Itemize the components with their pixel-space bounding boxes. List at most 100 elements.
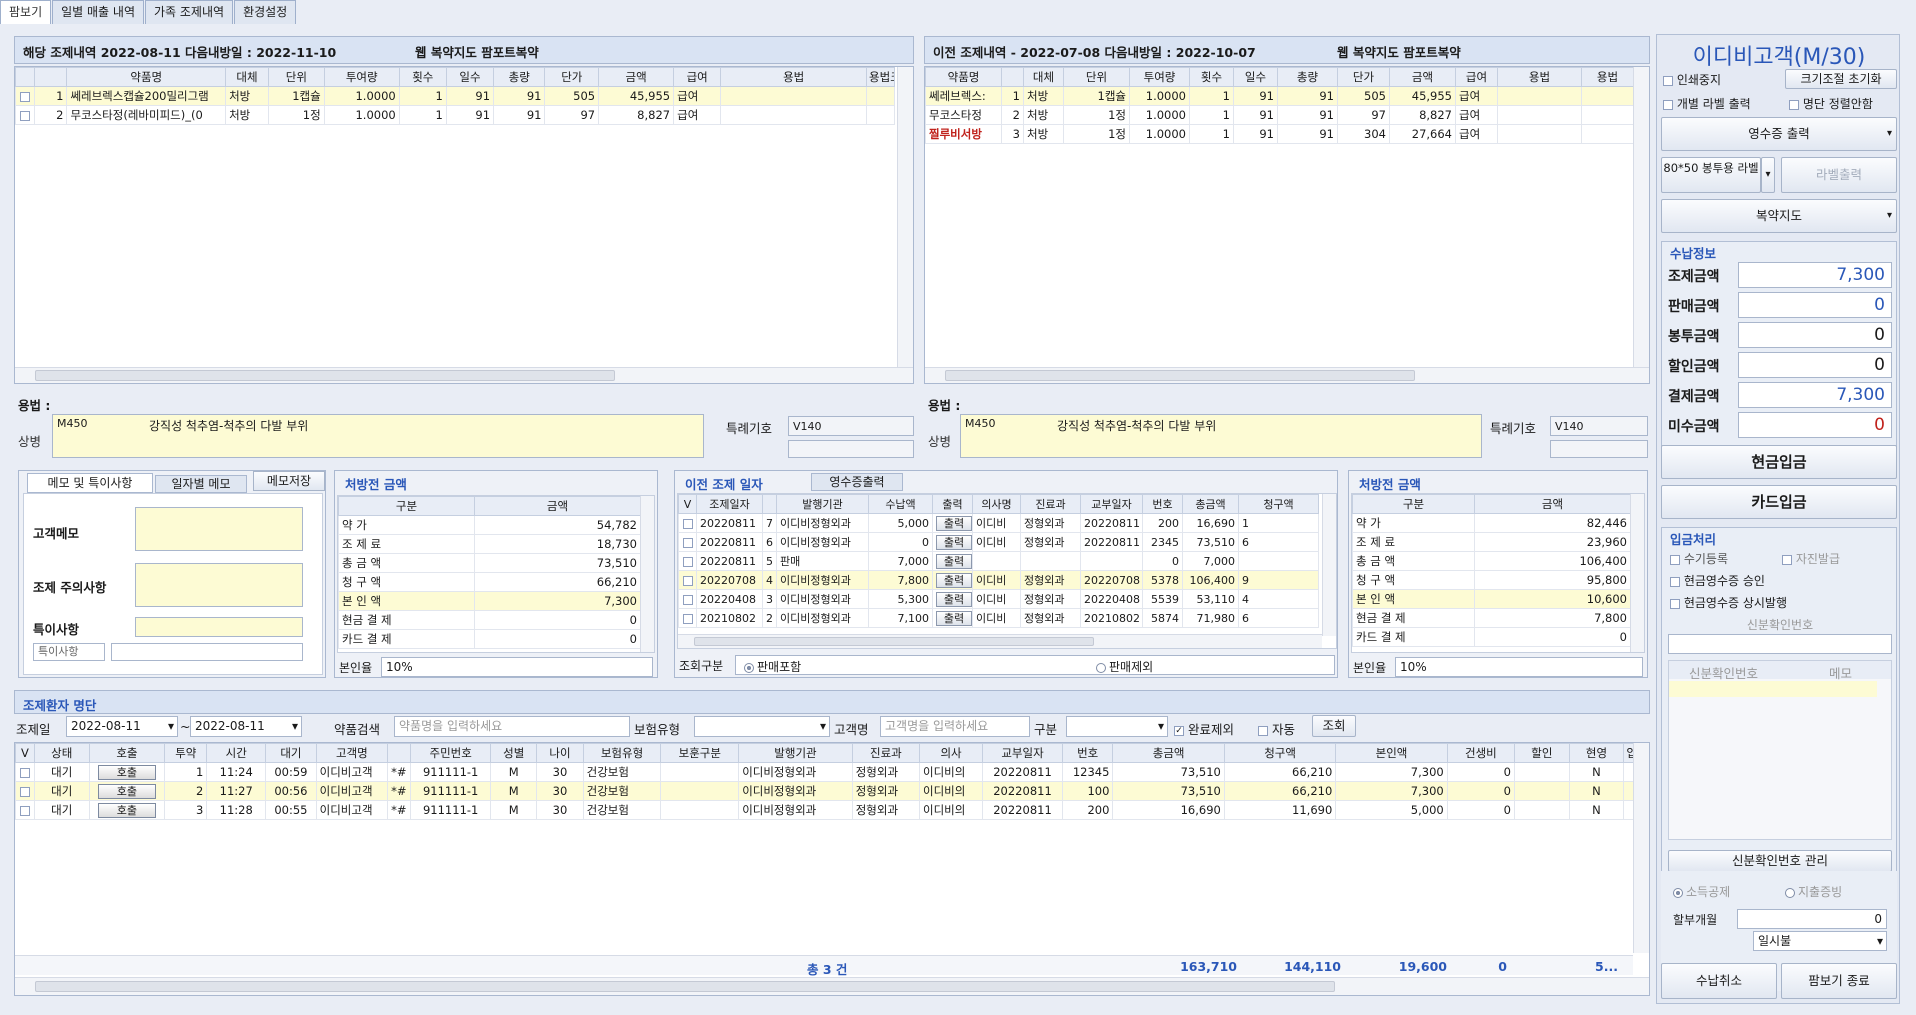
row-checkbox[interactable]	[20, 91, 31, 102]
table-row[interactable]: 무코스타정 2 처방 1정 1.0000 1 91 91 97 8,827 급여	[925, 105, 1634, 125]
tab-pharm-view[interactable]: 팜보기	[0, 0, 52, 24]
id-confirm-input[interactable]	[1668, 634, 1892, 654]
special-note-field[interactable]	[135, 617, 303, 637]
close-pharm-view-button[interactable]: 팜보기 종료	[1781, 963, 1897, 999]
current-web-guide[interactable]: 웹 복약지도 팜포트복약	[415, 42, 539, 61]
col-days[interactable]: 일수	[445, 67, 495, 87]
self-issue-checkbox[interactable]: 자진발급	[1782, 550, 1840, 567]
insurance-select[interactable]: ▾	[694, 716, 830, 737]
col-unit[interactable]: 단위	[267, 67, 325, 87]
drug-search-input[interactable]: 약품명을 입력하세요	[394, 716, 630, 737]
memo-tab-memo[interactable]: 메모 및 특이사항	[27, 473, 153, 493]
guide-button[interactable]: 복약지도 ▾	[1661, 199, 1897, 233]
table-row[interactable]: 20220811 7 이디비정형외과 5,000 출력 이디비 정형외과 20220811 20…	[678, 513, 1319, 533]
customer-memo-field[interactable]	[135, 507, 303, 551]
rate-value-left[interactable]: 10%	[381, 657, 653, 677]
rate-value-right[interactable]: 10%	[1395, 657, 1643, 677]
table-row[interactable]: 20220408 3 이디비정형외과 5,300 출력 이디비 정형외과 20220408 55…	[678, 589, 1319, 609]
table-row[interactable]: 대기 호출 2 11:27 00:56 이디비고객 *# 911111-1 M 30 건강보험 이디비…	[15, 781, 1635, 801]
memo-tab-date[interactable]: 일자별 메모	[155, 475, 247, 493]
special-note-search-button[interactable]: 특이사항	[33, 643, 105, 661]
previous-hscroll[interactable]	[925, 367, 1649, 383]
print-button[interactable]: 출력	[936, 591, 972, 607]
call-button[interactable]: 호출	[97, 802, 156, 818]
table-row[interactable]: 20220811 5 판매 7,000 출력 0 7,000	[678, 551, 1319, 571]
exclude-done-checkbox[interactable]: ✓ 완료제외	[1174, 719, 1234, 738]
print-button[interactable]: 출력	[936, 534, 972, 550]
col-sub[interactable]: 대체	[225, 67, 269, 87]
discount-amount[interactable]: 0	[1738, 352, 1892, 378]
manual-checkbox[interactable]: 수기등록	[1670, 550, 1728, 567]
auto-checkbox[interactable]: 자동	[1258, 719, 1295, 738]
call-button[interactable]: 호출	[97, 764, 156, 780]
table-row[interactable]: 쎄레브렉스: 1 처방 1캡슐 1.0000 1 91 91 505 45,95…	[925, 86, 1634, 106]
tab-family-history[interactable]: 가족 조제내역	[145, 0, 234, 24]
dispense-amount[interactable]: 7,300	[1738, 262, 1892, 288]
table-row[interactable]: 대기 호출 1 11:24 00:59 이디비고객 *# 911111-1 M 30 건강보험 이디비…	[15, 762, 1635, 782]
col-usage[interactable]: 용법	[720, 67, 868, 87]
previous-vscroll[interactable]	[1633, 67, 1649, 367]
customer-search-input[interactable]: 고객명을 입력하세요	[880, 716, 1030, 737]
col-drug-name[interactable]: 약품명	[66, 67, 227, 87]
row-checkbox[interactable]	[20, 110, 31, 121]
cancel-payment-button[interactable]: 수납취소	[1661, 963, 1777, 999]
payment-amount[interactable]: 7,300	[1738, 382, 1892, 408]
special-code-left[interactable]: V140	[788, 416, 914, 436]
print-button[interactable]: 출력	[936, 515, 972, 531]
type-select[interactable]: ▾	[1066, 716, 1168, 737]
print-button[interactable]: 출력	[936, 572, 972, 588]
current-vscroll[interactable]	[897, 67, 913, 367]
memo-save-button[interactable]: 메모저장	[253, 471, 325, 491]
search-button[interactable]: 조회	[1312, 715, 1356, 737]
previous-web-guide[interactable]: 웹 복약지도 팜포트복약	[1337, 42, 1461, 61]
tab-settings[interactable]: 환경설정	[234, 0, 297, 24]
unpaid-amount[interactable]: 0	[1738, 412, 1892, 438]
history-tab-dates[interactable]: 이전 조제 일자	[685, 474, 763, 493]
bag-amount[interactable]: 0	[1738, 322, 1892, 348]
income-deduction-radio[interactable]: 소득공제	[1673, 883, 1730, 900]
special-code-right[interactable]: V140	[1550, 416, 1648, 436]
table-row[interactable]: 20210802 2 이디비정형외과 7,100 출력 이디비 정형외과 20210802 58…	[678, 608, 1319, 628]
lump-sum-select[interactable]: 일시불 ▾	[1753, 931, 1887, 951]
cash-receipt-always-checkbox[interactable]: 현금영수증 상시발행	[1670, 594, 1787, 611]
col-times[interactable]: 횟수	[398, 67, 447, 87]
card-deposit-button[interactable]: 카드입금	[1661, 485, 1897, 519]
filter-include-sales[interactable]: 판매포함	[744, 658, 801, 675]
caution-field[interactable]	[135, 563, 303, 607]
filter-exclude-sales[interactable]: 판매제외	[1096, 658, 1153, 675]
label-out-button[interactable]: 라벨출력	[1781, 157, 1897, 193]
current-hscroll[interactable]	[15, 367, 913, 383]
print-button[interactable]: 출력	[936, 553, 972, 569]
cash-receipt-approve-checkbox[interactable]: 현금영수증 승인	[1670, 572, 1765, 589]
col-pay[interactable]: 급여	[673, 67, 722, 87]
table-row[interactable]: 찔루비서방 3 처방 1정 1.0000 1 91 91 304 27,664 …	[925, 124, 1634, 144]
table-row[interactable]: 대기 호출 3 11:28 00:55 이디비고객 *# 911111-1 M 30 건강보험 이디비…	[15, 800, 1635, 820]
cash-deposit-button[interactable]: 현금입금	[1661, 445, 1897, 479]
tab-daily-sales[interactable]: 일별 매출 내역	[52, 0, 144, 24]
col-amount[interactable]: 금액	[598, 67, 675, 87]
receipt-print-button[interactable]: 영수증 출력 ▾	[1661, 117, 1897, 151]
install-input[interactable]: 0	[1737, 909, 1887, 929]
col-usage-code[interactable]: 용법크	[866, 67, 895, 87]
resize-reset-button[interactable]: 크기조절 초기화	[1785, 69, 1897, 89]
sale-amount[interactable]: 0	[1738, 292, 1892, 318]
disease-grid-left[interactable]: M450 강직성 척추염-척추의 다발 부위	[52, 414, 704, 458]
print-button[interactable]: 출력	[936, 610, 972, 626]
disease-grid-right[interactable]: M450 강직성 척추염-척추의 다발 부위	[960, 414, 1482, 458]
patients-vscroll[interactable]	[1633, 743, 1649, 953]
table-row[interactable]: 20220708 4 이디비정형외과 7,800 출력 이디비 정형외과 20220708 53…	[678, 570, 1319, 590]
expense-proof-radio[interactable]: 지출증빙	[1785, 883, 1842, 900]
special-note-search-input[interactable]	[111, 643, 303, 661]
col-price[interactable]: 단가	[544, 67, 600, 87]
special-extra-left[interactable]	[788, 440, 914, 458]
special-extra-right[interactable]	[1550, 440, 1648, 458]
col-dose[interactable]: 투여량	[323, 67, 400, 87]
table-row[interactable]: 2 무코스타정(레바미피드)_(0 처방 1정 1.0000 1 91 91 9…	[14, 105, 895, 125]
print-stop-checkbox[interactable]: 인쇄중지	[1663, 71, 1721, 88]
history-tab-receipt[interactable]: 영수증출력	[811, 473, 903, 491]
table-row[interactable]: 1 쎄레브렉스캡슐200밀리그램 처방 1캡슐 1.0000 1 91 91 5…	[14, 86, 895, 106]
bag-label-button[interactable]: 80*50 봉투용 라벨	[1661, 157, 1761, 193]
id-manage-button[interactable]: 신분확인번호 관리	[1668, 850, 1892, 872]
call-button[interactable]: 호출	[97, 783, 156, 799]
label-print-checkbox[interactable]: 개별 라벨 출력	[1663, 95, 1751, 112]
